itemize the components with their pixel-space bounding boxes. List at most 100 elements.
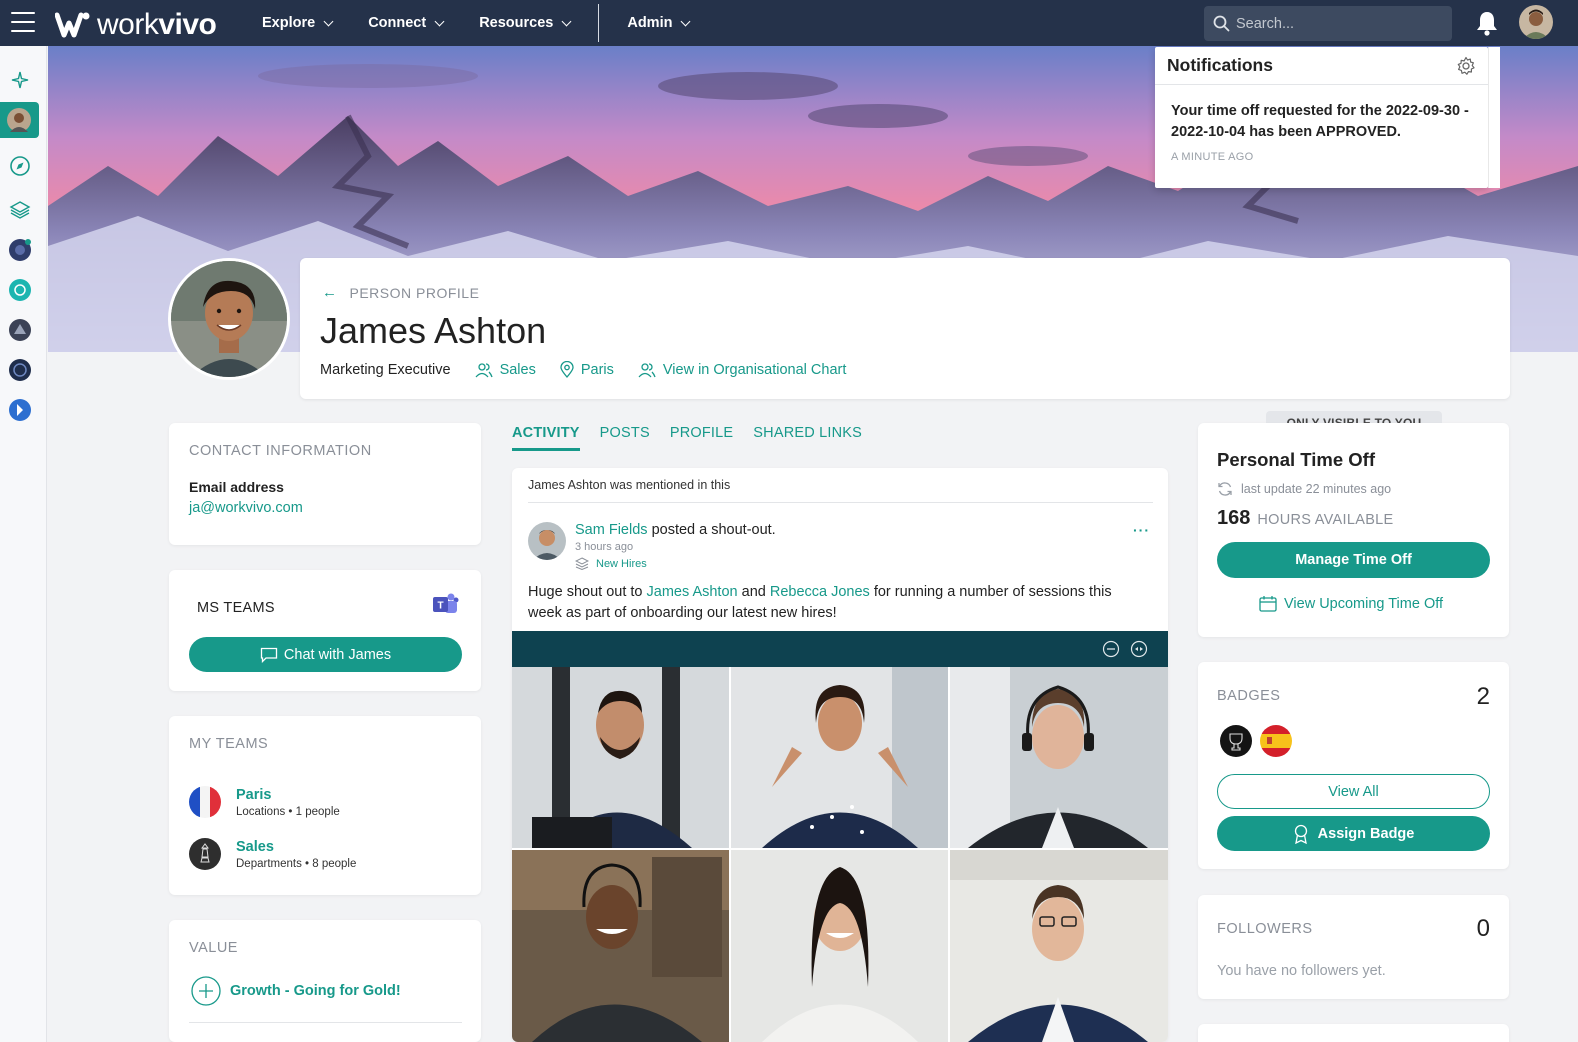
view-upcoming-time-off-link[interactable]: View Upcoming Time Off — [1259, 595, 1443, 612]
mention-james-ashton[interactable]: James Ashton — [647, 584, 738, 600]
layers-icon — [575, 557, 589, 570]
post-more-options[interactable]: ··· — [1133, 522, 1150, 538]
notification-item[interactable]: Your time off requested for the 2022-09-… — [1155, 85, 1488, 163]
svg-text:T: T — [437, 601, 443, 612]
notifications-header: Notifications — [1155, 47, 1488, 85]
team-item-paris[interactable]: Paris Locations • 1 people — [189, 786, 340, 818]
notifications-scrollbar[interactable] — [1488, 47, 1500, 188]
nav-admin[interactable]: Admin — [627, 15, 691, 31]
location-pin-icon — [560, 361, 574, 378]
space-icon-1[interactable] — [8, 238, 32, 262]
location-link[interactable]: Paris — [560, 361, 614, 378]
tab-profile[interactable]: PROFILE — [670, 425, 733, 451]
my-teams-title: MY TEAMS — [189, 736, 269, 752]
view-all-badges-button[interactable]: View All — [1217, 774, 1490, 809]
team-name: Sales — [236, 838, 274, 855]
profile-meta: Marketing Executive Sales Paris View in … — [320, 361, 870, 378]
manage-time-off-button[interactable]: Manage Time Off — [1217, 542, 1490, 578]
ms-teams-card: MS TEAMS T Chat with James — [169, 570, 481, 691]
org-chart-link[interactable]: View in Organisational Chart — [638, 362, 846, 378]
hours-label: HOURS AVAILABLE — [1257, 512, 1394, 528]
tab-shared-links[interactable]: SHARED LINKS — [753, 425, 862, 451]
space-icon-2[interactable] — [8, 278, 32, 302]
nav-connect[interactable]: Connect — [368, 15, 445, 31]
video-call-grid — [512, 667, 1168, 1042]
workvivo-logo-mark — [55, 12, 90, 38]
breadcrumb[interactable]: ← PERSON PROFILE — [322, 284, 479, 301]
hours-available: 168 HOURS AVAILABLE — [1217, 507, 1394, 530]
notifications-dropdown: Notifications Your time off requested fo… — [1155, 47, 1488, 188]
nav-resources-label: Resources — [479, 15, 554, 31]
search-input[interactable] — [1236, 15, 1436, 32]
nav-divider — [598, 4, 600, 42]
chat-button-label: Chat with James — [283, 646, 392, 663]
main-menu: Explore Connect Resources Admin — [262, 0, 725, 46]
logo-wordmark-prefix: work — [97, 8, 159, 41]
user-avatar[interactable] — [1519, 5, 1553, 39]
menu-icon[interactable] — [11, 12, 35, 32]
post-context: James Ashton was mentioned in this — [528, 478, 731, 492]
tab-posts[interactable]: POSTS — [600, 425, 650, 451]
chevron-down-icon — [434, 16, 445, 26]
chess-piece-icon — [189, 838, 221, 870]
profile-tabs: ACTIVITY POSTS PROFILE SHARED LINKS — [512, 425, 882, 451]
gear-icon[interactable] — [1456, 56, 1476, 76]
activity-post-card: James Ashton was mentioned in this Sam F… — [512, 468, 1168, 1042]
sidebar-profile-avatar[interactable] — [7, 108, 31, 132]
space-icon-5[interactable] — [8, 398, 32, 422]
team-name: Paris — [236, 786, 272, 803]
post-space-label: New Hires — [596, 557, 647, 570]
mention-rebecca-jones[interactable]: Rebecca Jones — [770, 584, 870, 600]
ms-teams-icon: T — [433, 593, 459, 613]
org-chart-icon — [638, 362, 656, 377]
chevron-down-icon — [323, 16, 334, 26]
post-author-avatar[interactable] — [528, 522, 566, 560]
spain-flag-badge-icon[interactable] — [1260, 725, 1292, 757]
value-divider — [189, 1022, 462, 1023]
sparkle-icon[interactable] — [8, 68, 32, 92]
top-navigation-bar: workvivo Explore Connect Resources Admin — [0, 0, 1578, 46]
layers-icon[interactable] — [8, 198, 32, 222]
followers-count: 0 — [1476, 915, 1490, 942]
email-link[interactable]: ja@workvivo.com — [189, 500, 303, 516]
space-icon-3[interactable] — [8, 318, 32, 342]
video-call-image — [512, 667, 1168, 1042]
department-link[interactable]: Sales — [475, 362, 536, 378]
my-teams-card: MY TEAMS Paris Locations • 1 people Sale… — [169, 716, 481, 895]
expand-icon[interactable] — [1130, 640, 1148, 658]
trophy-badge-icon[interactable] — [1220, 725, 1252, 757]
search-icon — [1213, 15, 1230, 32]
team-meta: Departments • 8 people — [236, 857, 357, 870]
notifications-title: Notifications — [1167, 55, 1273, 75]
zoom-out-icon[interactable] — [1102, 640, 1120, 658]
nav-resources[interactable]: Resources — [479, 15, 572, 31]
space-icon-4[interactable] — [8, 358, 32, 382]
chevron-down-icon — [681, 16, 691, 26]
award-icon — [1294, 824, 1307, 844]
value-item[interactable]: Growth - Going for Gold! — [191, 976, 401, 1006]
post-space-link[interactable]: New Hires — [575, 557, 647, 570]
workvivo-logo[interactable]: workvivo — [55, 8, 217, 42]
nav-connect-label: Connect — [368, 15, 427, 31]
left-sidebar — [0, 46, 47, 1042]
nav-explore[interactable]: Explore — [262, 15, 334, 31]
profile-avatar — [168, 258, 290, 380]
team-item-sales[interactable]: Sales Departments • 8 people — [189, 838, 356, 870]
chat-with-james-button[interactable]: Chat with James — [189, 637, 462, 672]
value-card: VALUE Growth - Going for Gold! — [169, 920, 481, 1042]
compass-icon[interactable] — [8, 154, 32, 178]
post-context-divider — [528, 502, 1153, 503]
assign-badge-button[interactable]: Assign Badge — [1217, 816, 1490, 851]
nav-admin-label: Admin — [627, 15, 673, 31]
tab-activity[interactable]: ACTIVITY — [512, 425, 580, 451]
logo-wordmark: workvivo — [97, 8, 217, 42]
last-update-label: last update 22 minutes ago — [1241, 482, 1392, 496]
refresh-icon — [1218, 482, 1232, 496]
media-toolbar — [512, 631, 1168, 667]
back-arrow-icon: ← — [322, 284, 338, 301]
post-text: Huge shout out to — [528, 584, 643, 600]
bell-icon[interactable] — [1474, 9, 1500, 37]
plus-circle-icon — [191, 976, 221, 1006]
search-box[interactable] — [1204, 6, 1452, 41]
post-author-link[interactable]: Sam Fields — [575, 522, 648, 538]
